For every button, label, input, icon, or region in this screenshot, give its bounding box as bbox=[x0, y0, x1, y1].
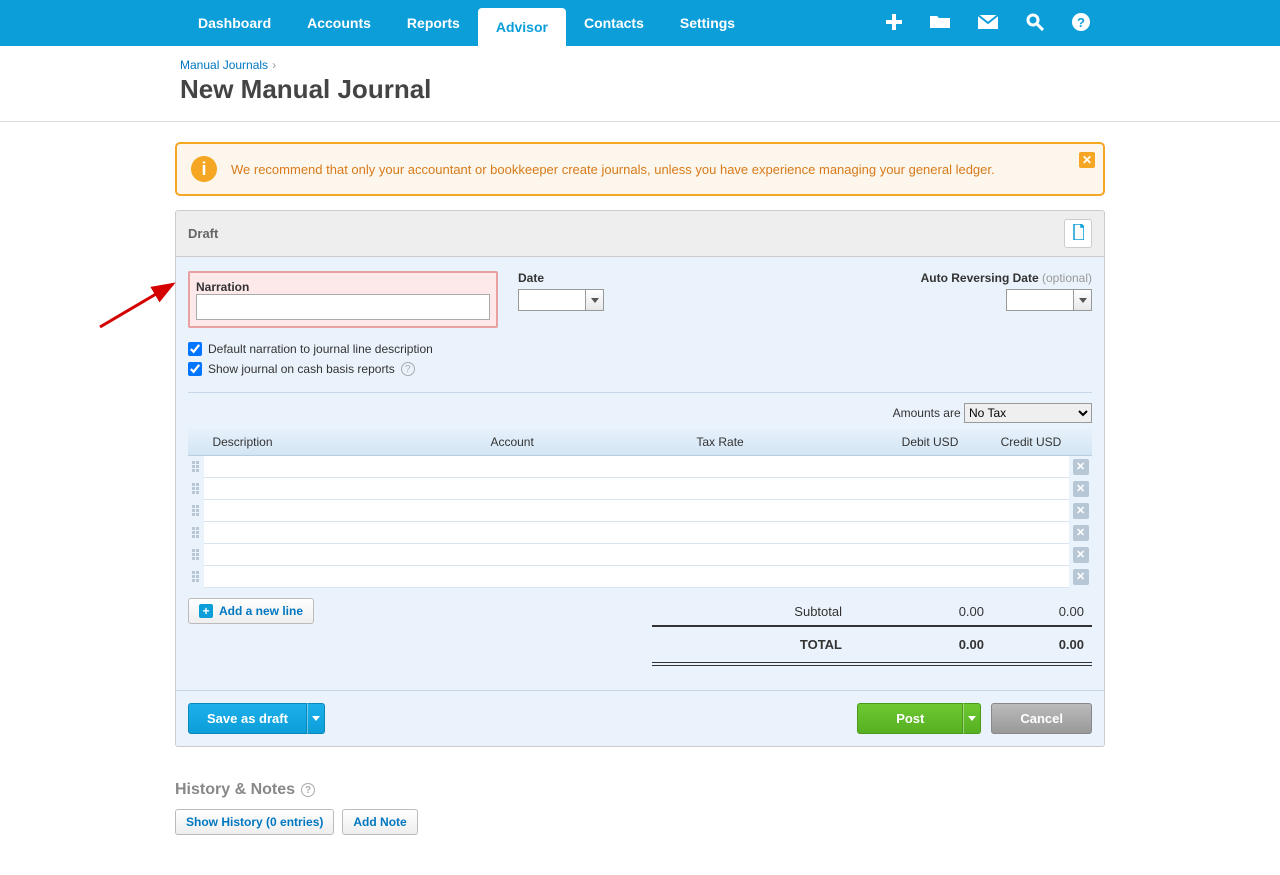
amounts-are-label: Amounts are bbox=[893, 406, 961, 420]
col-debit: Debit USD bbox=[853, 429, 966, 456]
save-draft-dropdown[interactable] bbox=[307, 703, 325, 734]
history-heading: History & Notes ? bbox=[175, 781, 1105, 799]
auto-reverse-label: Auto Reversing Date (optional) bbox=[921, 271, 1092, 285]
table-row[interactable]: ✕ bbox=[188, 522, 1092, 544]
attach-file-button[interactable] bbox=[1064, 219, 1092, 248]
search-icon[interactable] bbox=[1026, 13, 1044, 34]
post-dropdown[interactable] bbox=[963, 703, 981, 734]
plus-icon[interactable] bbox=[886, 14, 902, 33]
col-description: Description bbox=[204, 429, 482, 456]
delete-row-button[interactable]: ✕ bbox=[1073, 525, 1089, 541]
drag-handle-icon[interactable] bbox=[192, 461, 201, 472]
page-header: Manual Journals› New Manual Journal bbox=[0, 46, 1280, 122]
subtotal-label: Subtotal bbox=[652, 604, 892, 619]
total-credit: 0.00 bbox=[992, 637, 1092, 652]
drag-handle-icon[interactable] bbox=[192, 483, 201, 494]
date-label: Date bbox=[518, 271, 604, 285]
nav-dashboard[interactable]: Dashboard bbox=[180, 0, 289, 46]
cancel-button[interactable]: Cancel bbox=[991, 703, 1092, 734]
col-account: Account bbox=[482, 429, 688, 456]
delete-row-button[interactable]: ✕ bbox=[1073, 547, 1089, 563]
subtotal-debit: 0.00 bbox=[892, 604, 992, 619]
narration-input[interactable] bbox=[196, 294, 490, 320]
table-row[interactable]: ✕ bbox=[188, 500, 1092, 522]
total-debit: 0.00 bbox=[892, 637, 992, 652]
alert-close-button[interactable]: ✕ bbox=[1079, 152, 1095, 168]
add-note-button[interactable]: Add Note bbox=[342, 809, 417, 835]
total-label: TOTAL bbox=[652, 637, 892, 652]
nav-advisor[interactable]: Advisor bbox=[478, 8, 566, 46]
delete-row-button[interactable]: ✕ bbox=[1073, 503, 1089, 519]
journal-lines-table: Description Account Tax Rate Debit USD C… bbox=[188, 429, 1092, 588]
breadcrumb: Manual Journals› bbox=[180, 58, 1100, 72]
auto-reverse-input[interactable] bbox=[1006, 289, 1074, 311]
col-tax-rate: Tax Rate bbox=[688, 429, 853, 456]
narration-field-highlight: Narration bbox=[188, 271, 498, 328]
folder-icon[interactable] bbox=[930, 14, 950, 33]
show-cash-label: Show journal on cash basis reports bbox=[208, 362, 395, 376]
info-alert: i We recommend that only your accountant… bbox=[175, 142, 1105, 196]
table-row[interactable]: ✕ bbox=[188, 456, 1092, 478]
annotation-arrow bbox=[95, 272, 185, 332]
alert-message: We recommend that only your accountant o… bbox=[231, 162, 995, 177]
delete-row-button[interactable]: ✕ bbox=[1073, 459, 1089, 475]
default-narration-checkbox[interactable] bbox=[188, 342, 202, 356]
top-nav: Dashboard Accounts Reports Advisor Conta… bbox=[0, 0, 1280, 46]
table-row[interactable]: ✕ bbox=[188, 478, 1092, 500]
drag-handle-icon[interactable] bbox=[192, 571, 201, 582]
save-draft-button[interactable]: Save as draft bbox=[188, 703, 307, 734]
nav-accounts[interactable]: Accounts bbox=[289, 0, 389, 46]
help-icon[interactable]: ? bbox=[301, 783, 315, 797]
mail-icon[interactable] bbox=[978, 15, 998, 32]
add-line-button[interactable]: + Add a new line bbox=[188, 598, 314, 624]
auto-reverse-dropdown-button[interactable] bbox=[1074, 289, 1092, 311]
date-dropdown-button[interactable] bbox=[586, 289, 604, 311]
nav-contacts[interactable]: Contacts bbox=[566, 0, 662, 46]
drag-handle-icon[interactable] bbox=[192, 527, 201, 538]
info-icon: i bbox=[191, 156, 217, 182]
delete-row-button[interactable]: ✕ bbox=[1073, 569, 1089, 585]
help-icon[interactable]: ? bbox=[1072, 13, 1090, 34]
post-button[interactable]: Post bbox=[857, 703, 963, 734]
delete-row-button[interactable]: ✕ bbox=[1073, 481, 1089, 497]
default-narration-label: Default narration to journal line descri… bbox=[208, 342, 433, 356]
show-cash-checkbox[interactable] bbox=[188, 362, 202, 376]
nav-settings[interactable]: Settings bbox=[662, 0, 753, 46]
tax-select[interactable]: No Tax bbox=[964, 403, 1092, 423]
journal-panel: Draft Narration Date bbox=[175, 210, 1105, 747]
show-history-button[interactable]: Show History (0 entries) bbox=[175, 809, 334, 835]
status-label: Draft bbox=[188, 226, 218, 241]
svg-text:?: ? bbox=[1077, 15, 1085, 30]
col-credit: Credit USD bbox=[966, 429, 1069, 456]
drag-handle-icon[interactable] bbox=[192, 549, 201, 560]
drag-handle-icon[interactable] bbox=[192, 505, 201, 516]
breadcrumb-link[interactable]: Manual Journals bbox=[180, 58, 268, 72]
narration-label: Narration bbox=[196, 280, 249, 294]
help-icon[interactable]: ? bbox=[401, 362, 415, 376]
table-row[interactable]: ✕ bbox=[188, 544, 1092, 566]
subtotal-credit: 0.00 bbox=[992, 604, 1092, 619]
plus-icon: + bbox=[199, 604, 213, 618]
nav-reports[interactable]: Reports bbox=[389, 0, 478, 46]
page-title: New Manual Journal bbox=[180, 74, 1100, 105]
date-input[interactable] bbox=[518, 289, 586, 311]
table-row[interactable]: ✕ bbox=[188, 566, 1092, 588]
